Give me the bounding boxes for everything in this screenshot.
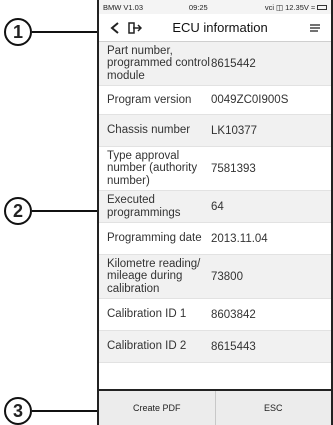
row-value: LK10377 xyxy=(211,124,258,137)
table-row: Executed programmings 64 xyxy=(99,191,331,223)
vci-icon: vci xyxy=(264,2,275,12)
table-row: Chassis number LK10377 xyxy=(99,115,331,147)
car-battery-icon: ◫ xyxy=(276,2,284,12)
title-bar: ECU information xyxy=(99,14,331,42)
row-label: Programming date xyxy=(107,232,202,245)
row-value: 2013.11.04 xyxy=(211,232,268,245)
row-label: Program version xyxy=(107,93,192,106)
battery-voltage: 12.35V xyxy=(285,2,309,12)
bottom-toolbar: Create PDF ESC xyxy=(99,389,331,425)
callout-2-leader xyxy=(32,210,98,212)
table-row: Kilometre reading/ mileage during calibr… xyxy=(99,255,331,299)
row-label: Calibration ID 2 xyxy=(107,340,187,353)
exit-button[interactable] xyxy=(125,18,145,38)
exit-icon xyxy=(128,21,142,34)
device-screen: BMW V1.03 09:25 vci ◫ 12.35V ≈ ECU infor… xyxy=(97,0,333,425)
row-value: 7581393 xyxy=(211,162,256,175)
callout-1: 1 xyxy=(4,18,32,46)
row-label: Chassis number xyxy=(107,124,191,137)
row-label: Part number, programmed control module xyxy=(107,44,210,82)
row-label: Kilometre reading/ mileage during calibr… xyxy=(107,257,201,295)
table-row: Program version 0049ZC0I900S xyxy=(99,86,331,115)
row-value: 0049ZC0I900S xyxy=(211,94,289,106)
wifi-icon: ≈ xyxy=(310,2,316,12)
table-row: Programming date 2013.11.04 xyxy=(99,223,331,255)
clock: 09:25 xyxy=(188,2,208,12)
row-label: Type approval number (authority number) xyxy=(107,149,198,187)
menu-button[interactable] xyxy=(305,18,325,38)
table-row: Part number, programmed control module 8… xyxy=(99,42,331,86)
table-row: Calibration ID 1 8603842 xyxy=(99,299,331,331)
row-label: Calibration ID 1 xyxy=(107,308,187,321)
status-icons: vci ◫ 12.35V ≈ xyxy=(264,2,328,12)
chevron-left-icon xyxy=(110,21,119,34)
row-value: 8603842 xyxy=(211,308,256,321)
callout-1-leader xyxy=(32,31,98,33)
row-value: 64 xyxy=(211,200,224,213)
row-label: Executed programmings xyxy=(107,194,181,219)
row-value: 8615442 xyxy=(211,57,256,70)
status-bar: BMW V1.03 09:25 vci ◫ 12.35V ≈ xyxy=(99,0,331,14)
menu-icon xyxy=(310,23,320,32)
create-pdf-button[interactable]: Create PDF xyxy=(99,391,215,425)
back-button[interactable] xyxy=(105,18,125,38)
battery-icon xyxy=(317,4,328,10)
callout-3: 3 xyxy=(4,397,32,425)
page-title: ECU information xyxy=(172,20,268,35)
table-row: Calibration ID 2 8615443 xyxy=(99,331,331,363)
app-version: BMW V1.03 xyxy=(103,2,144,12)
callout-3-leader xyxy=(32,410,98,412)
esc-button[interactable]: ESC xyxy=(214,391,331,425)
row-value: 73800 xyxy=(211,270,243,283)
ecu-info-list[interactable]: Part number, programmed control module 8… xyxy=(99,42,331,389)
table-row: Type approval number (authority number) … xyxy=(99,147,331,191)
row-value: 8615443 xyxy=(211,340,256,353)
callout-2: 2 xyxy=(4,197,32,225)
